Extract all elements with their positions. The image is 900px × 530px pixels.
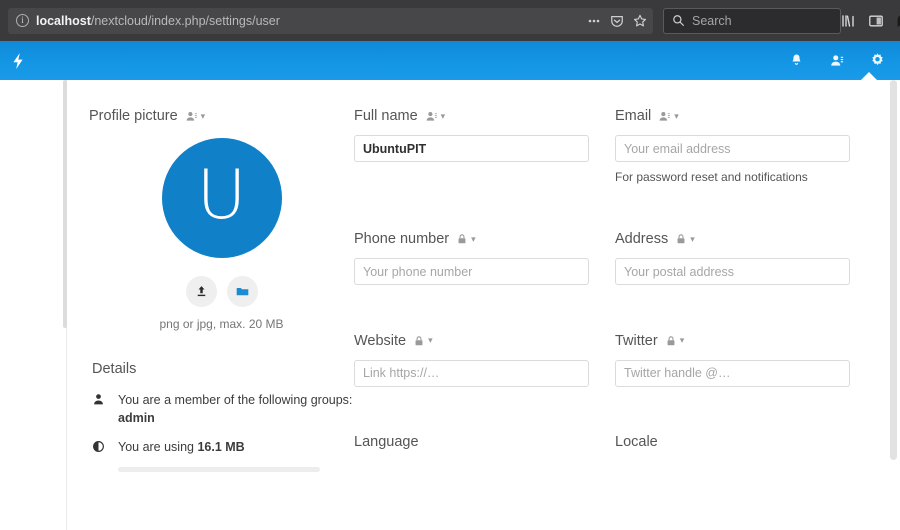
folder-icon [235, 284, 250, 299]
sidebar-icon[interactable] [868, 13, 884, 29]
language-label: Language [354, 434, 419, 451]
profile-scope-selector[interactable]: ▾ [185, 110, 206, 123]
field-col-email: Email ▾ For password reset and notificat… [615, 108, 876, 231]
chevron-down-icon: ▾ [428, 335, 433, 346]
lightning-logo-icon[interactable] [8, 51, 28, 71]
full-name-scope-selector[interactable]: ▾ [425, 110, 446, 123]
avatar-letter: U [196, 156, 247, 235]
upload-icon [194, 284, 209, 299]
pocket-icon[interactable] [610, 14, 624, 28]
address-bar[interactable]: i localhost/nextcloud/index.php/settings… [8, 7, 653, 34]
url-host: localhost [36, 13, 91, 28]
field-email: Email ▾ For password reset and notificat… [615, 108, 850, 184]
full-name-label-row: Full name ▾ [354, 108, 589, 124]
bell-icon[interactable] [789, 53, 804, 68]
avatar-hint: png or jpg, max. 20 MB [159, 317, 284, 331]
email-input[interactable] [615, 135, 850, 162]
url-text: localhost/nextcloud/index.php/settings/u… [36, 14, 581, 28]
chevron-down-icon: ▾ [440, 110, 446, 121]
detail-quota-row: You are using 16.1 MB [89, 438, 354, 456]
field-address: Address ▾ [615, 231, 850, 286]
page-scrollbar[interactable] [890, 80, 897, 460]
website-label: Website [354, 332, 407, 349]
quota-prefix: You are using [118, 440, 198, 455]
search-icon [672, 14, 685, 27]
groups-message: You are a member of the following groups… [118, 393, 353, 407]
twitter-scope-selector[interactable]: ▾ [665, 335, 685, 347]
phone-label: Phone number [354, 231, 450, 248]
avatar-area: U png or jpg, max. 20 MB [89, 138, 354, 331]
field-col-address: Address ▾ [615, 231, 876, 332]
contacts-icon[interactable] [829, 53, 844, 68]
profile-picture-label: Profile picture [89, 108, 178, 124]
browser-chrome: i localhost/nextcloud/index.php/settings… [0, 0, 900, 41]
email-help-text: For password reset and notifications [615, 170, 808, 184]
email-label: Email [615, 108, 652, 124]
address-input[interactable] [615, 258, 850, 286]
user-icon [92, 391, 106, 427]
upload-avatar-button[interactable] [185, 276, 217, 307]
address-label-row: Address ▾ [615, 231, 850, 247]
field-twitter: Twitter ▾ [615, 333, 850, 387]
field-phone: Phone number ▾ [354, 231, 589, 286]
avatar-buttons [185, 276, 258, 307]
chevron-down-icon: ▾ [471, 233, 476, 244]
twitter-input[interactable] [615, 359, 850, 387]
search-placeholder: Search [692, 13, 732, 28]
website-scope-selector[interactable]: ▾ [413, 335, 433, 347]
page-body: Profile picture ▾ U png or jpg, max. 20 … [0, 80, 900, 530]
quota-value: 16.1 MB [197, 440, 245, 455]
browser-search-box[interactable]: Search [663, 7, 841, 34]
chevron-down-icon: ▾ [200, 110, 206, 121]
star-icon[interactable] [633, 14, 647, 28]
avatar: U [161, 138, 282, 258]
browser-toolbar-icons: S ABP G [841, 11, 900, 31]
field-website: Website ▾ [354, 333, 589, 387]
info-icon[interactable]: i [16, 14, 29, 27]
library-icon[interactable] [841, 13, 857, 29]
group-name: admin [118, 411, 155, 426]
personal-fields: Full name ▾ Email [354, 108, 876, 472]
field-col-full-name: Full name ▾ [354, 108, 615, 231]
field-col-locale: Locale [615, 434, 876, 472]
full-name-label: Full name [354, 108, 418, 124]
phone-scope-selector[interactable]: ▾ [456, 233, 476, 245]
nextcloud-header [0, 41, 900, 81]
full-name-input[interactable] [354, 135, 589, 162]
twitter-label: Twitter [615, 332, 658, 349]
field-col-phone: Phone number ▾ [354, 231, 615, 332]
ghostery-icon[interactable] [895, 13, 900, 29]
chevron-down-icon: ▾ [679, 335, 685, 346]
address-scope-selector[interactable]: ▾ [675, 233, 695, 245]
twitter-label-row: Twitter ▾ [615, 333, 850, 349]
phone-label-row: Phone number ▾ [354, 231, 589, 247]
phone-input[interactable] [354, 258, 589, 286]
field-col-website: Website ▾ [354, 333, 615, 434]
field-col-twitter: Twitter ▾ [615, 333, 876, 434]
field-col-language: Language [354, 434, 615, 472]
app-navigation-sidebar[interactable] [0, 80, 67, 530]
detail-groups-text: You are a member of the following groups… [118, 391, 352, 427]
choose-from-files-button[interactable] [226, 276, 258, 307]
locale-label: Locale [615, 434, 658, 451]
address-label: Address [615, 231, 669, 248]
url-path: /nextcloud/index.php/settings/user [90, 13, 280, 28]
email-scope-selector[interactable]: ▾ [658, 110, 679, 123]
field-full-name: Full name ▾ [354, 108, 589, 162]
chevron-down-icon: ▾ [674, 110, 679, 121]
profile-picture-heading: Profile picture ▾ [89, 108, 354, 124]
gear-icon[interactable] [869, 52, 886, 69]
settings-content: Profile picture ▾ U png or jpg, max. 20 … [67, 80, 900, 530]
website-input[interactable] [354, 359, 589, 387]
chevron-down-icon: ▾ [690, 233, 695, 244]
quota-pie-icon [92, 438, 106, 456]
detail-groups-row: You are a member of the following groups… [89, 391, 354, 427]
quota-text: You are using 16.1 MB [118, 438, 245, 456]
quota-progress-bar [118, 467, 320, 473]
profile-column: Profile picture ▾ U png or jpg, max. 20 … [89, 108, 354, 473]
ellipsis-icon[interactable] [587, 14, 601, 28]
website-label-row: Website ▾ [354, 333, 589, 349]
details-heading: Details [92, 361, 137, 377]
email-label-row: Email ▾ [615, 108, 850, 124]
